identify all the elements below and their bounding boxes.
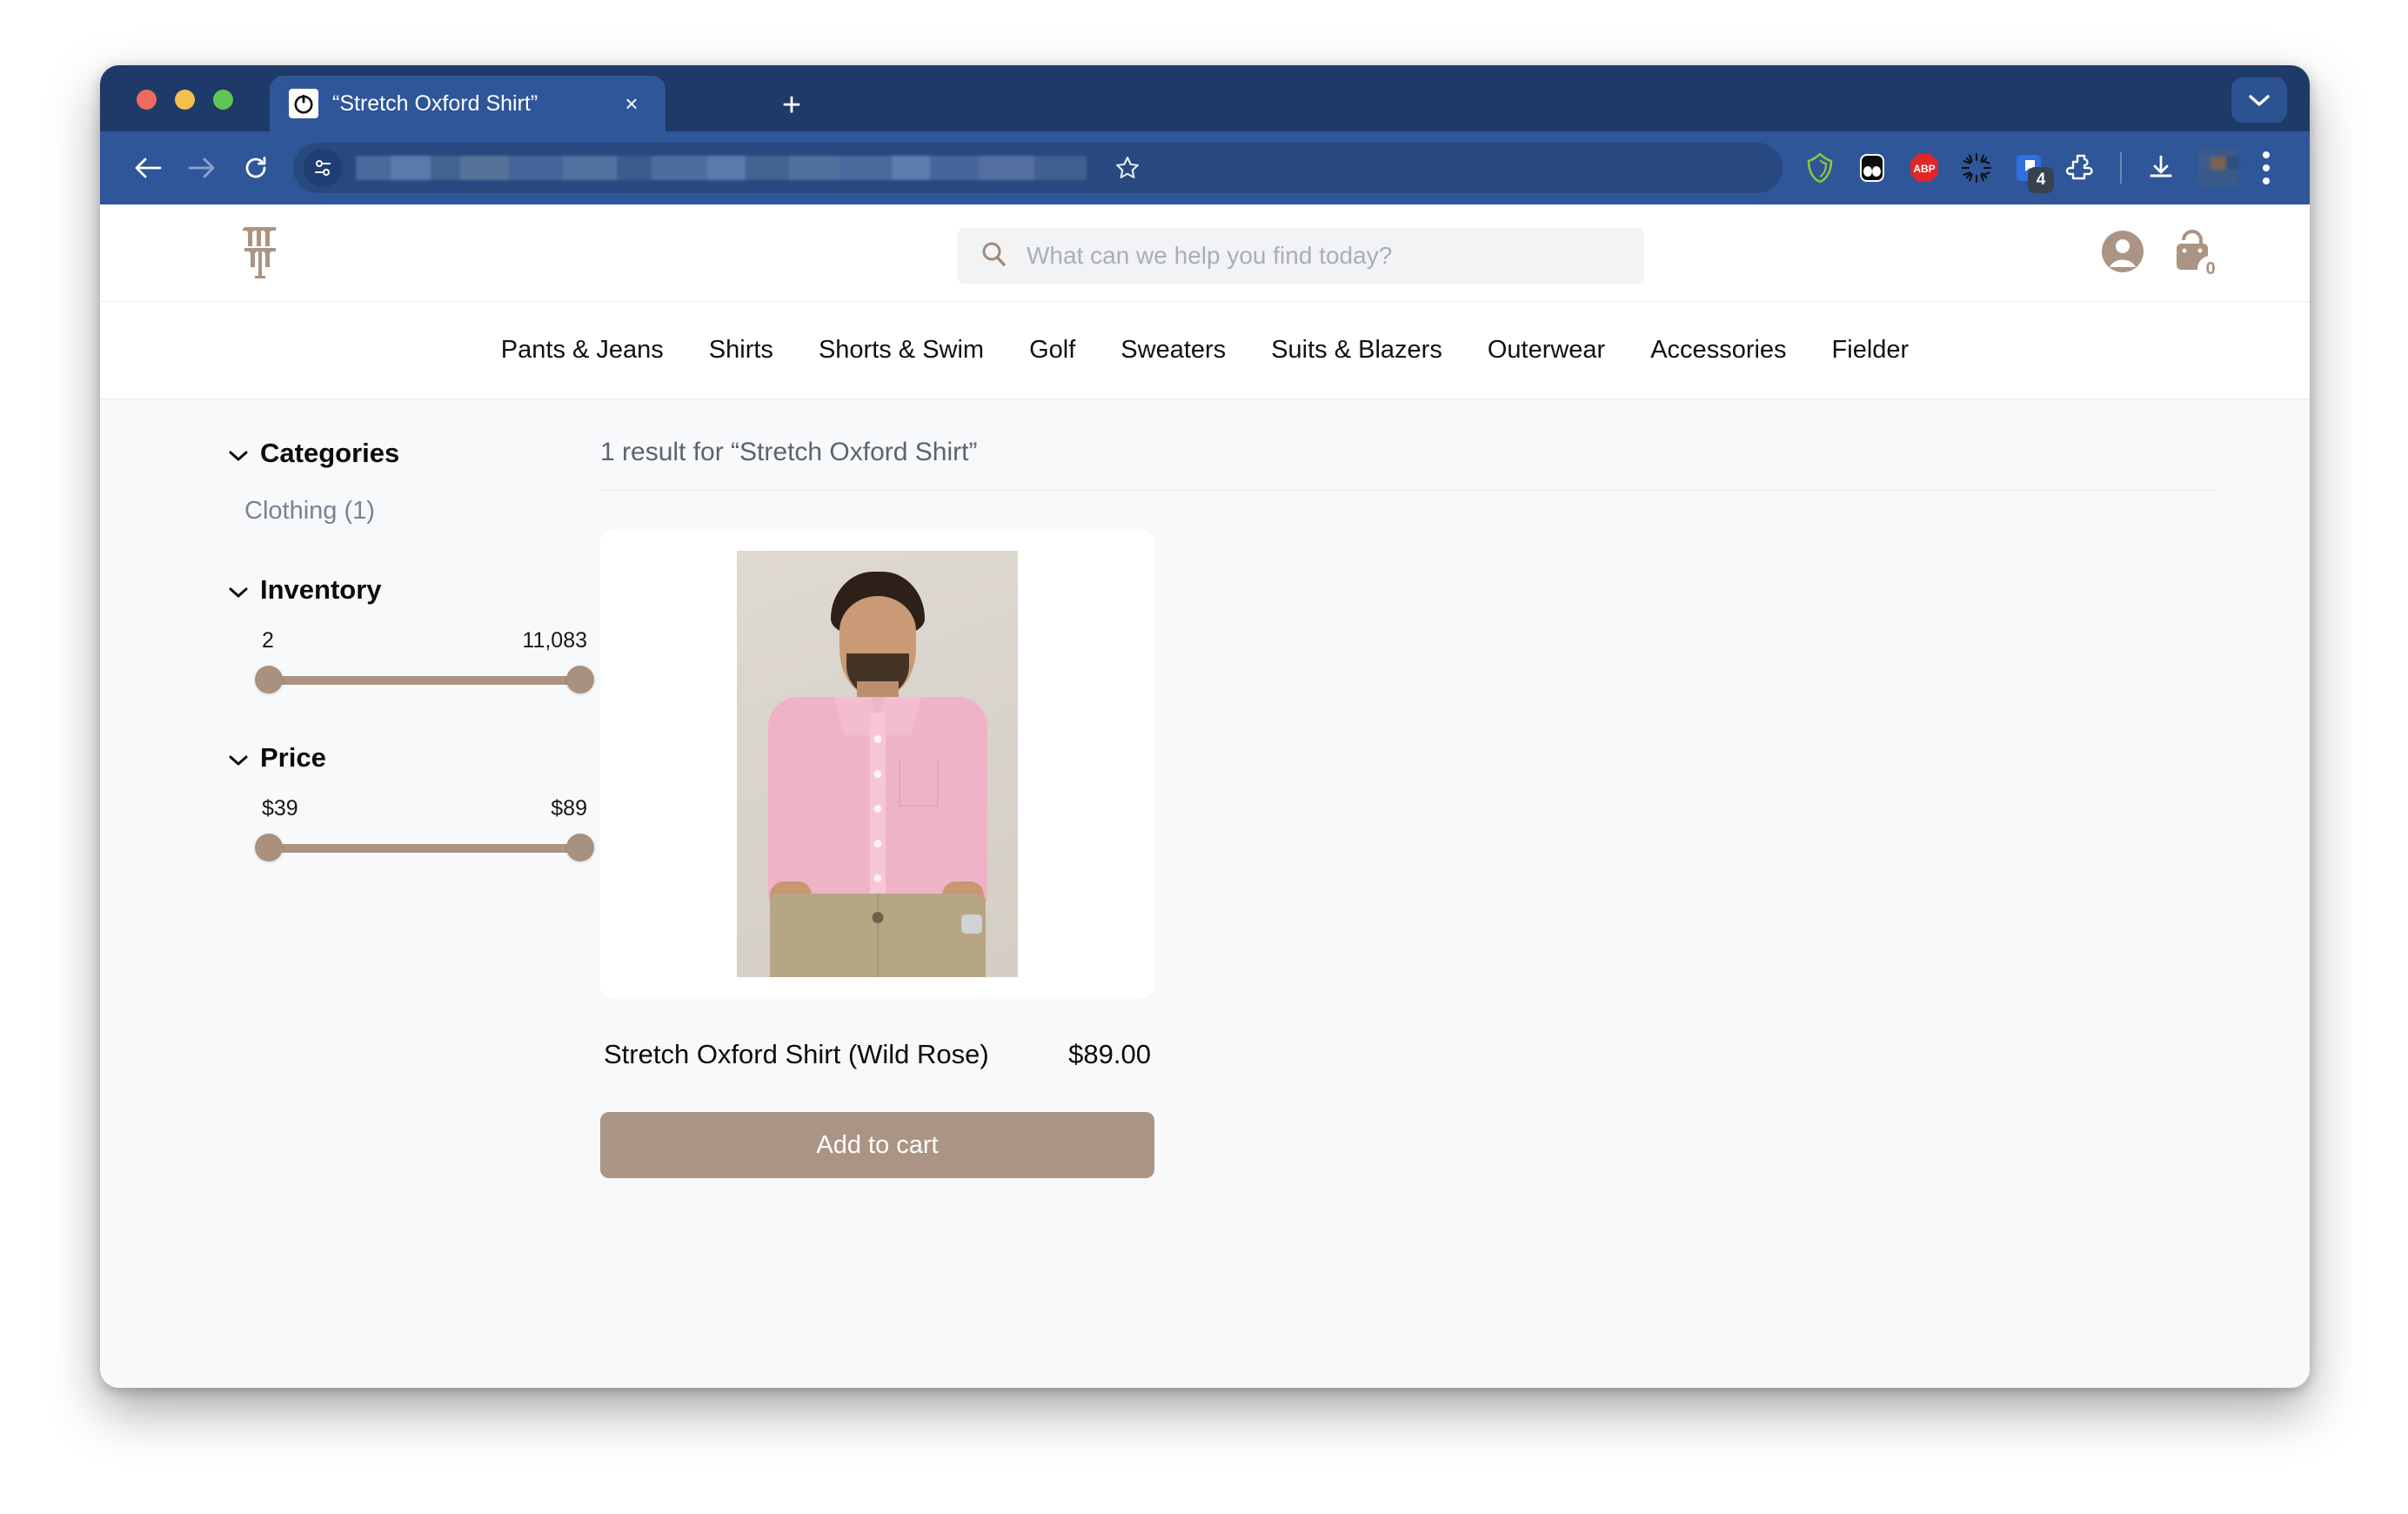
reload-icon[interactable] [229,141,283,195]
add-to-cart-button[interactable]: Add to cart [600,1112,1154,1178]
search-icon [980,240,1007,272]
price-slider-track[interactable] [255,834,594,861]
filters-sidebar: Categories Clothing (1) Inventory 2 11,0… [100,399,594,1387]
filter-section-price: Price $39 $89 [229,742,594,861]
forward-arrow-icon[interactable] [175,141,229,195]
shield-extension-icon[interactable] [1796,144,1843,191]
puzzle-extensions-icon[interactable] [2057,144,2104,191]
account-circle-icon[interactable] [2100,229,2145,278]
nav-item-pants-jeans[interactable]: Pants & Jeans [478,336,686,365]
download-icon[interactable] [2137,144,2184,191]
search-input[interactable] [1027,242,1622,270]
browser-window: “Stretch Oxford Shirt” × + ABP 4 What ca… [100,65,2310,1388]
inventory-slider-track[interactable] [255,666,594,693]
star-outline-icon[interactable] [1104,144,1151,191]
tab-close-button[interactable]: × [617,89,646,118]
nav-item-accessories[interactable]: Accessories [1628,336,1809,365]
inventory-min-label: 2 [262,628,274,653]
product-meta: Stretch Oxford Shirt (Wild Rose) $89.00 [600,1039,1154,1070]
tab-strip: “Stretch Oxford Shirt” × + [100,65,2310,131]
back-arrow-icon[interactable] [121,141,175,195]
notes-extension-badge: 4 [2028,167,2054,193]
browser-tab[interactable]: “Stretch Oxford Shirt” × [270,76,666,131]
minimize-window-button[interactable] [175,90,195,110]
inventory-range-labels: 2 11,083 [255,628,594,653]
tune-sliders-icon[interactable] [304,149,342,187]
inventory-filter-header[interactable]: Inventory [229,574,574,606]
nav-item-fielder[interactable]: Fielder [1809,336,1932,365]
nav-item-sweaters[interactable]: Sweaters [1098,336,1248,365]
price-min-label: $39 [262,796,298,821]
search-bar[interactable] [957,228,1644,284]
toolbar-divider [2120,152,2122,184]
price-filter-title: Price [260,742,326,773]
profile-avatar[interactable] [2198,148,2238,188]
product-price: $89.00 [1068,1039,1151,1069]
maximize-window-button[interactable] [213,90,233,110]
cart-count-badge: 0 [2197,255,2224,282]
notes-extension-icon[interactable]: 4 [2005,144,2054,193]
svg-text:ABP: ABP [1913,163,1935,175]
price-slider-min-handle[interactable] [255,834,283,861]
inventory-slider-min-handle[interactable] [255,666,283,693]
header-actions: 0 [2100,229,2224,282]
chevron-down-icon [229,742,248,774]
chevron-down-icon [229,574,248,606]
address-bar[interactable] [293,143,1783,193]
nav-item-outerwear[interactable]: Outerwear [1465,336,1628,365]
category-option-clothing[interactable]: Clothing (1) [244,497,574,526]
nav-item-suits-blazers[interactable]: Suits & Blazers [1248,336,1465,365]
close-window-button[interactable] [137,90,157,110]
product-image [737,551,1018,977]
product-grid: Stretch Oxford Shirt (Wild Rose) $89.00 … [600,529,2258,1178]
price-range-slider[interactable]: $39 $89 [255,796,594,861]
page-viewport: 0 Pants & Jeans Shirts Shorts & Swim Gol… [100,204,2310,1388]
categories-filter-header[interactable]: Categories [229,438,574,469]
inventory-max-label: 11,083 [522,628,587,653]
nav-item-shirts[interactable]: Shirts [686,336,796,365]
adblock-plus-icon[interactable]: ABP [1901,144,1948,191]
price-slider-max-handle[interactable] [566,834,594,861]
filter-section-inventory: Inventory 2 11,083 [229,574,594,693]
inventory-filter-title: Inventory [260,574,382,605]
shopping-bag-icon[interactable]: 0 [2170,229,2224,282]
three-dot-menu-icon[interactable] [2244,144,2289,192]
site-header: 0 [100,204,2310,302]
cart-count: 0 [2205,258,2216,278]
price-range-labels: $39 $89 [255,796,594,821]
chevron-down-icon [229,438,248,469]
starburst-extension-icon[interactable] [1953,144,2000,191]
price-filter-header[interactable]: Price [229,742,574,774]
goggles-extension-icon[interactable] [1849,144,1896,191]
price-slider-fill [267,844,582,853]
price-max-label: $89 [551,796,587,821]
search-results: 1 result for “Stretch Oxford Shirt” Stre… [574,399,2310,1387]
window-traffic-lights [137,90,233,110]
url-text-redacted [356,156,1087,180]
content-area: Categories Clothing (1) Inventory 2 11,0… [100,399,2310,1387]
new-tab-button[interactable]: + [774,89,809,124]
product-card[interactable] [600,529,1154,999]
extensions-row: ABP 4 [1796,144,2289,193]
filter-section-categories: Categories Clothing (1) [229,438,574,526]
product-title[interactable]: Stretch Oxford Shirt (Wild Rose) [604,1039,989,1070]
browser-toolbar: ABP 4 [100,131,2310,204]
inventory-range-slider[interactable]: 2 11,083 [255,628,594,693]
category-nav: Pants & Jeans Shirts Shorts & Swim Golf … [100,302,2310,399]
categories-filter-title: Categories [260,438,400,468]
tab-title: “Stretch Oxford Shirt” [332,90,538,116]
nav-item-golf[interactable]: Golf [1007,336,1098,365]
stacked-t-monogram-logo[interactable] [235,225,285,285]
power-button-favicon [289,89,318,118]
inventory-slider-max-handle[interactable] [566,666,594,693]
tab-list-chevron-down-icon[interactable] [2231,77,2287,123]
nav-item-shorts-swim[interactable]: Shorts & Swim [796,336,1007,365]
inventory-slider-fill [267,676,582,685]
result-count-text: 1 result for “Stretch Oxford Shirt” [600,438,2216,491]
